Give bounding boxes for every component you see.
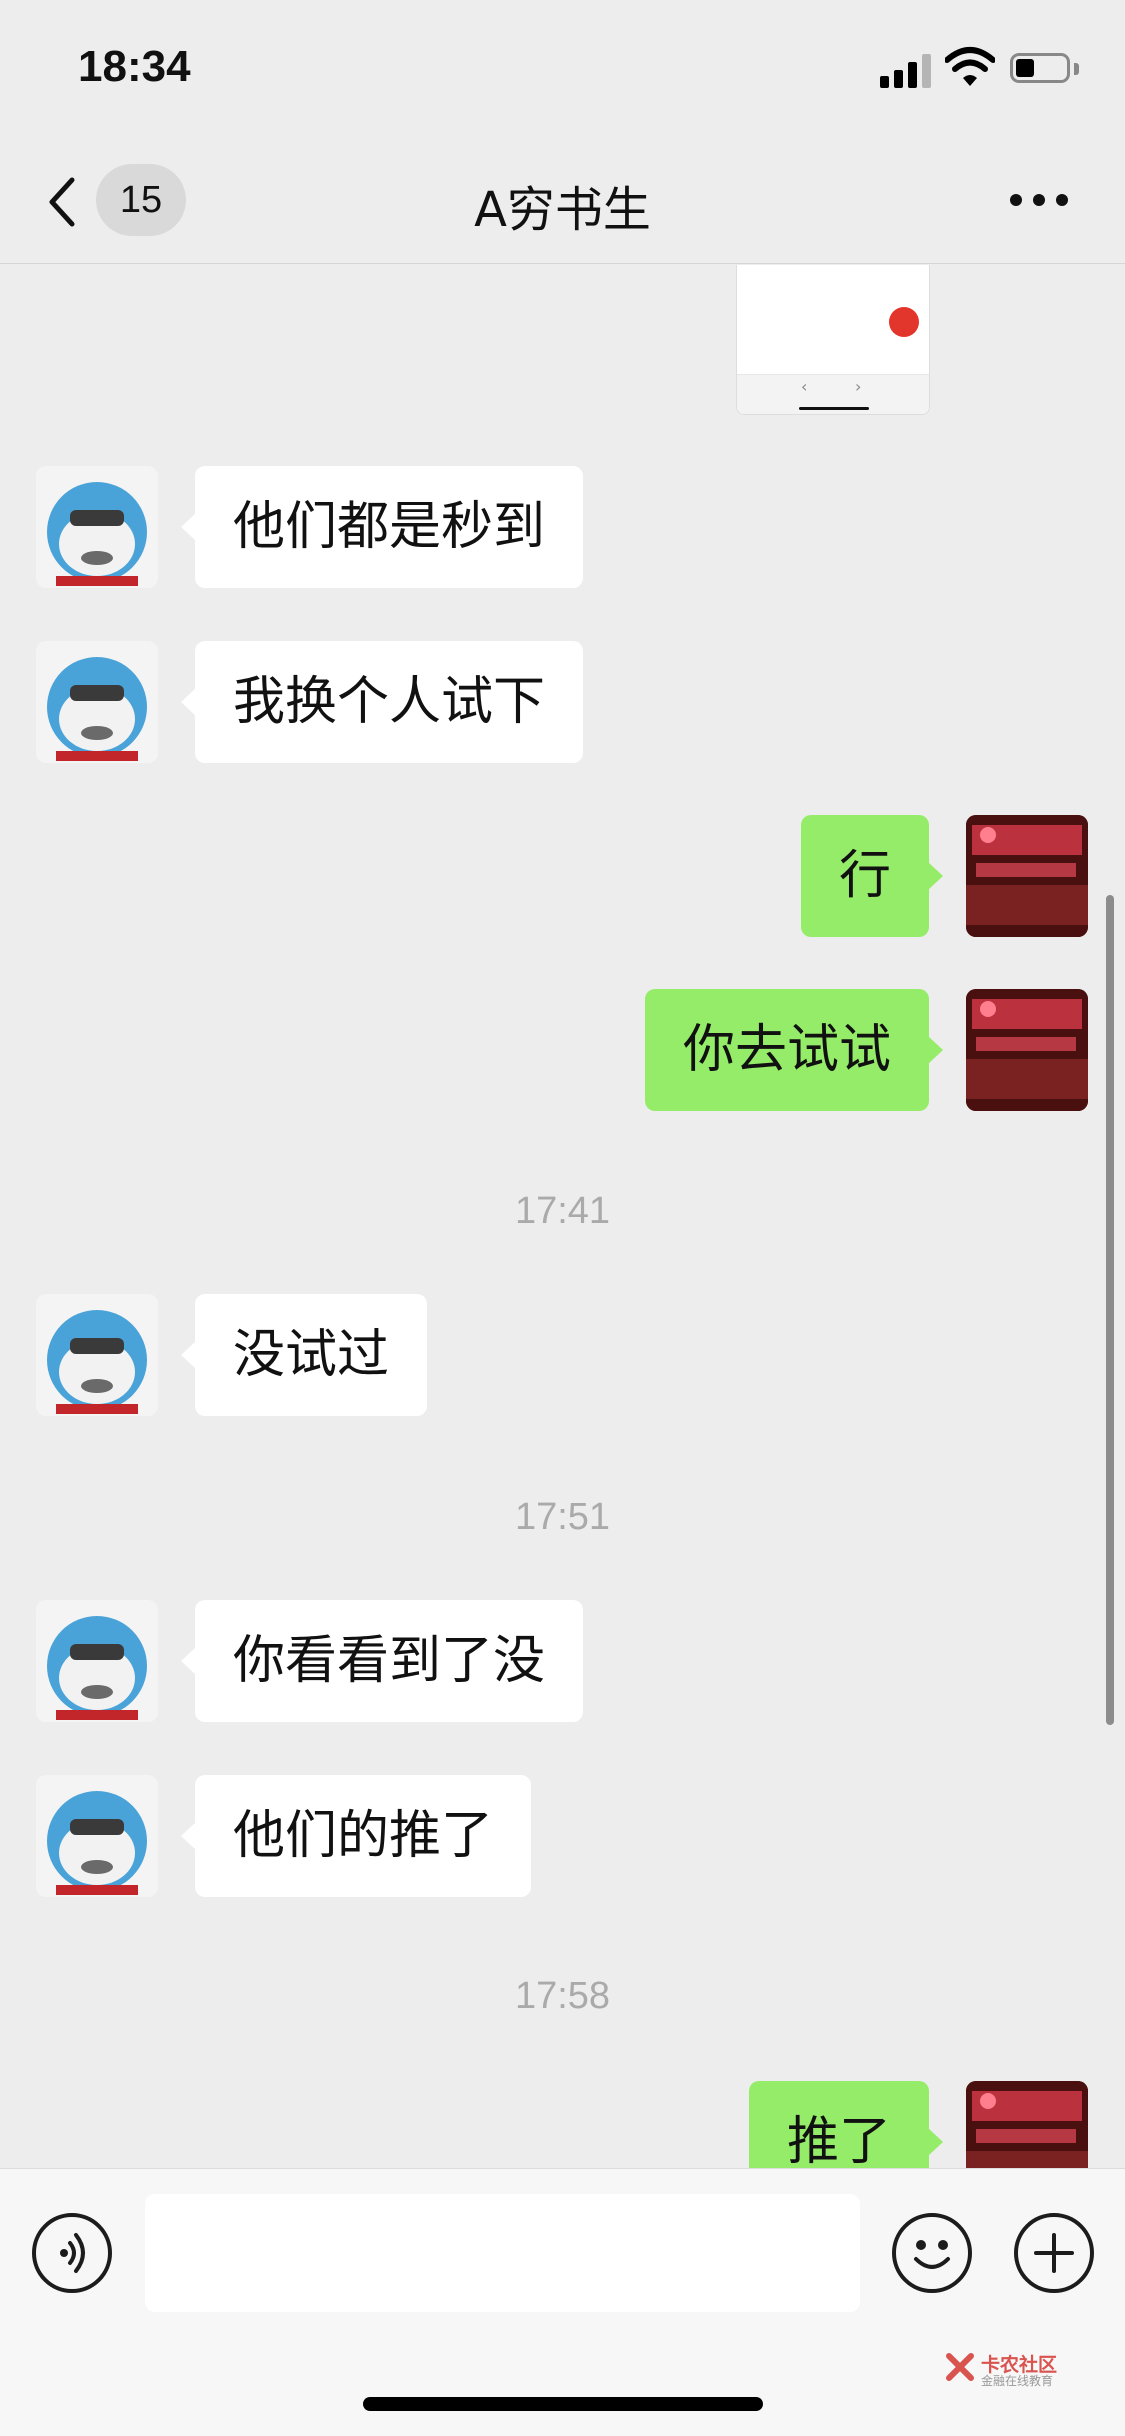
image-message-preview[interactable]: ‹ › [736, 265, 930, 415]
status-bar: 18:34 [0, 0, 1125, 140]
watermark-subtitle: 金融在线教育 [981, 2374, 1054, 2388]
message-input-bar [0, 2168, 1125, 2436]
contact-avatar[interactable] [36, 1294, 158, 1416]
contact-avatar[interactable] [36, 1775, 158, 1897]
message-bubble-incoming[interactable]: 他们的推了 [181, 1775, 532, 1897]
message-bubble-incoming[interactable]: 你看看到了没 [181, 1600, 584, 1722]
message-timestamp: 17:51 [514, 1496, 611, 1538]
message-timestamp: 17:41 [514, 1190, 611, 1232]
emoji-icon[interactable] [892, 2213, 972, 2293]
contact-avatar[interactable] [36, 641, 158, 763]
contact-avatar[interactable] [36, 1600, 158, 1722]
app-logo-icon [889, 307, 919, 337]
wifi-icon [945, 47, 995, 86]
signal-icon [880, 52, 932, 88]
more-dots-icon[interactable] [1010, 194, 1068, 208]
message-bubble-outgoing[interactable]: 你去试试 [644, 989, 943, 1111]
my-avatar[interactable] [966, 2081, 1088, 2168]
chat-message-list[interactable]: ‹ › 他们都是秒到 我换个人试下 行 你去试试 17:41 没试过 17:51 [0, 265, 1125, 2168]
next-arrow-icon: › [855, 377, 862, 396]
message-timestamp: 17:58 [514, 1975, 611, 2017]
message-input[interactable] [145, 2194, 860, 2312]
contact-avatar[interactable] [36, 466, 158, 588]
my-avatar[interactable] [966, 815, 1088, 937]
message-bubble-incoming[interactable]: 没试过 [181, 1294, 428, 1416]
message-bubble-outgoing[interactable]: 行 [800, 815, 943, 937]
watermark: 卡农社区 金融在线教育 [945, 2350, 1075, 2390]
status-time: 18:34 [78, 42, 191, 91]
message-bubble-incoming[interactable]: 我换个人试下 [181, 641, 584, 763]
plus-icon[interactable] [1014, 2213, 1094, 2293]
voice-icon[interactable] [32, 2213, 112, 2293]
chat-title: A穷书生 [474, 182, 651, 238]
my-avatar[interactable] [966, 989, 1088, 1111]
message-bubble-incoming[interactable]: 他们都是秒到 [181, 466, 584, 588]
message-bubble-outgoing[interactable]: 推了 [748, 2081, 943, 2168]
battery-icon [1010, 53, 1070, 83]
home-indicator[interactable] [363, 2397, 763, 2411]
chat-header: 15 A穷书生 [0, 140, 1125, 264]
watermark-logo-icon [946, 2353, 974, 2381]
prev-arrow-icon: ‹ [801, 377, 808, 396]
chat-scrollbar[interactable] [1106, 895, 1114, 1725]
